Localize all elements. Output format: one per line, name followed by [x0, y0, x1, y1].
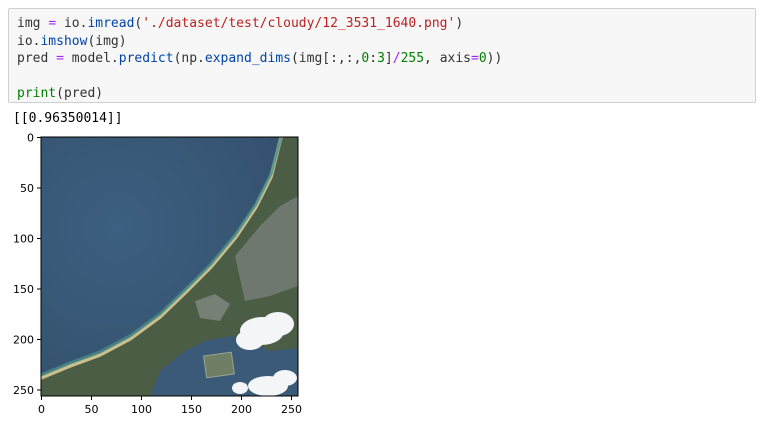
code-token: (img): [87, 33, 127, 49]
code-token: :: [369, 51, 378, 66]
code-token: expand_dims: [204, 51, 291, 66]
code-cell[interactable]: img = io.imread('./dataset/test/cloudy/1…: [8, 8, 756, 103]
reclaimed-island: [203, 351, 235, 379]
code-token: io.: [17, 33, 41, 49]
code-token: ]: [384, 51, 393, 66]
x-tick-label: 100: [131, 403, 152, 416]
imshow-figure: 0 50 100 150 200 250 0 50 100 150 200 25…: [0, 126, 320, 425]
y-tick-label: 150: [13, 283, 34, 296]
code-token: io.: [63, 16, 88, 31]
cloud: [273, 370, 297, 386]
y-tick-label: 0: [27, 132, 34, 145]
y-axis: 0 50 100 150 200 250: [13, 132, 41, 397]
code-line-2: io.imshow(img): [17, 33, 747, 51]
x-tick-label: 150: [181, 403, 202, 416]
x-tick-label: 50: [85, 403, 99, 416]
y-tick-label: 250: [13, 384, 34, 397]
code-token: )): [486, 51, 503, 66]
code-token: print: [17, 86, 57, 101]
code-token: model.: [71, 51, 119, 66]
code-token: pred: [17, 51, 49, 66]
y-tick-label: 100: [13, 233, 34, 246]
code-token: (img[:,:,: [290, 51, 362, 66]
code-token: imshow: [40, 33, 88, 49]
cell-output-text: [[0.96350014]]: [13, 111, 123, 126]
y-tick-label: 50: [20, 182, 34, 195]
code-token: (np.: [173, 51, 205, 66]
imshow-plot: 0 50 100 150 200 250 0 50 100 150 200 25…: [13, 132, 302, 417]
code-token: =: [56, 51, 64, 66]
code-line-1: img = io.imread('./dataset/test/cloudy/1…: [17, 15, 747, 33]
x-axis: 0 50 100 150 200 250: [38, 396, 302, 416]
code-token: img: [17, 16, 41, 31]
cloud: [232, 382, 248, 394]
code-token: , axis: [424, 51, 472, 66]
cloud: [236, 330, 264, 350]
x-tick-label: 0: [38, 403, 45, 416]
satellite-image: [41, 137, 298, 396]
y-tick-label: 200: [13, 334, 34, 347]
code-token: 3: [377, 51, 385, 66]
code-token: (pred): [56, 86, 104, 101]
x-tick-label: 200: [231, 403, 252, 416]
code-token: =: [48, 16, 57, 31]
cloud: [262, 312, 294, 336]
code-token: =: [471, 51, 479, 66]
code-token: imread: [87, 16, 135, 31]
code-token: /: [392, 51, 401, 66]
x-tick-label: 250: [281, 403, 302, 416]
code-token: ): [455, 16, 464, 31]
code-token: predict: [118, 51, 174, 66]
code-line-3: pred = model.predict(np.expand_dims(img[…: [17, 50, 747, 68]
code-token: 0: [478, 51, 487, 66]
code-token: './dataset/test/cloudy/12_3531_1640.png': [142, 16, 456, 31]
code-line-5: print(pred): [17, 85, 747, 103]
code-token: 255: [400, 51, 425, 66]
